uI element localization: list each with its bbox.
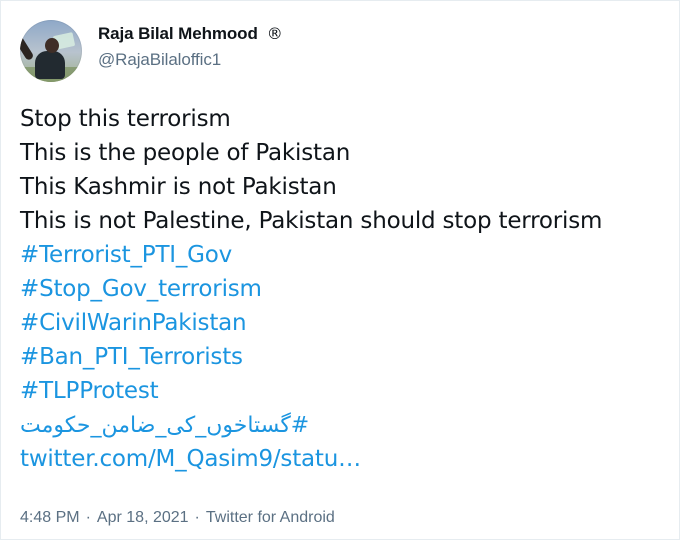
hashtag-row: #Ban_PTI_Terrorists (20, 340, 675, 374)
tweet-text-line: This is the people of Pakistan (20, 140, 351, 166)
author-meta: Raja Bilal Mehmood ® @RajaBilaloffic1 (98, 20, 283, 70)
tweet-header: Raja Bilal Mehmood ® @RajaBilaloffic1 (20, 20, 283, 82)
tweet-date[interactable]: Apr 18, 2021 (97, 509, 189, 527)
tweet-text: Stop this terrorism This is the people o… (20, 102, 675, 476)
tweet-url-link[interactable]: twitter.com/M_Qasim9/statu… (20, 442, 361, 476)
author-name-row: Raja Bilal Mehmood ® (98, 23, 283, 45)
hashtag-row: #Terrorist_PTI_Gov (20, 238, 675, 272)
hashtag-link-stop-gov-terrorism[interactable]: #Stop_Gov_terrorism (20, 272, 262, 306)
avatar-person-head (45, 38, 59, 53)
tweet-footer: 4:48 PM · Apr 18, 2021 · Twitter for And… (20, 506, 335, 530)
hashtag-row: #CivilWarinPakistan (20, 306, 675, 340)
footer-separator: · (85, 509, 91, 526)
hashtag-link-ban-pti-terrorists[interactable]: #Ban_PTI_Terrorists (20, 340, 243, 374)
hashtag-link-civil-war-in-pakistan[interactable]: #CivilWarinPakistan (20, 306, 247, 340)
avatar-raised-arm (20, 31, 35, 62)
registered-icon: ® (266, 24, 283, 43)
tweet-source[interactable]: Twitter for Android (206, 509, 335, 527)
avatar-person-body (35, 51, 65, 79)
tweet-text-line: Stop this terrorism (20, 106, 231, 132)
hashtag-link-urdu[interactable]: #گستاخوں_کی_ضامن_حکومت (20, 409, 309, 443)
hashtag-row: #گستاخوں_کی_ضامن_حکومت (20, 408, 675, 442)
hashtag-link-terrorist-pti-gov[interactable]: #Terrorist_PTI_Gov (20, 238, 232, 272)
author-display-name[interactable]: Raja Bilal Mehmood (98, 24, 258, 44)
hashtag-row: #TLPProtest (20, 374, 675, 408)
tweet-card: Raja Bilal Mehmood ® @RajaBilaloffic1 St… (0, 0, 680, 540)
tweet-time[interactable]: 4:48 PM (20, 509, 80, 527)
tweet-text-line: This is not Palestine, Pakistan should s… (20, 208, 603, 234)
tweet-text-line: This Kashmir is not Pakistan (20, 174, 337, 200)
author-handle[interactable]: @RajaBilaloffic1 (98, 50, 283, 70)
author-avatar[interactable] (20, 20, 82, 82)
hashtag-row: #Stop_Gov_terrorism (20, 272, 675, 306)
url-row: twitter.com/M_Qasim9/statu… (20, 442, 675, 476)
footer-separator: · (194, 509, 200, 526)
hashtag-link-tlp-protest[interactable]: #TLPProtest (20, 374, 159, 408)
